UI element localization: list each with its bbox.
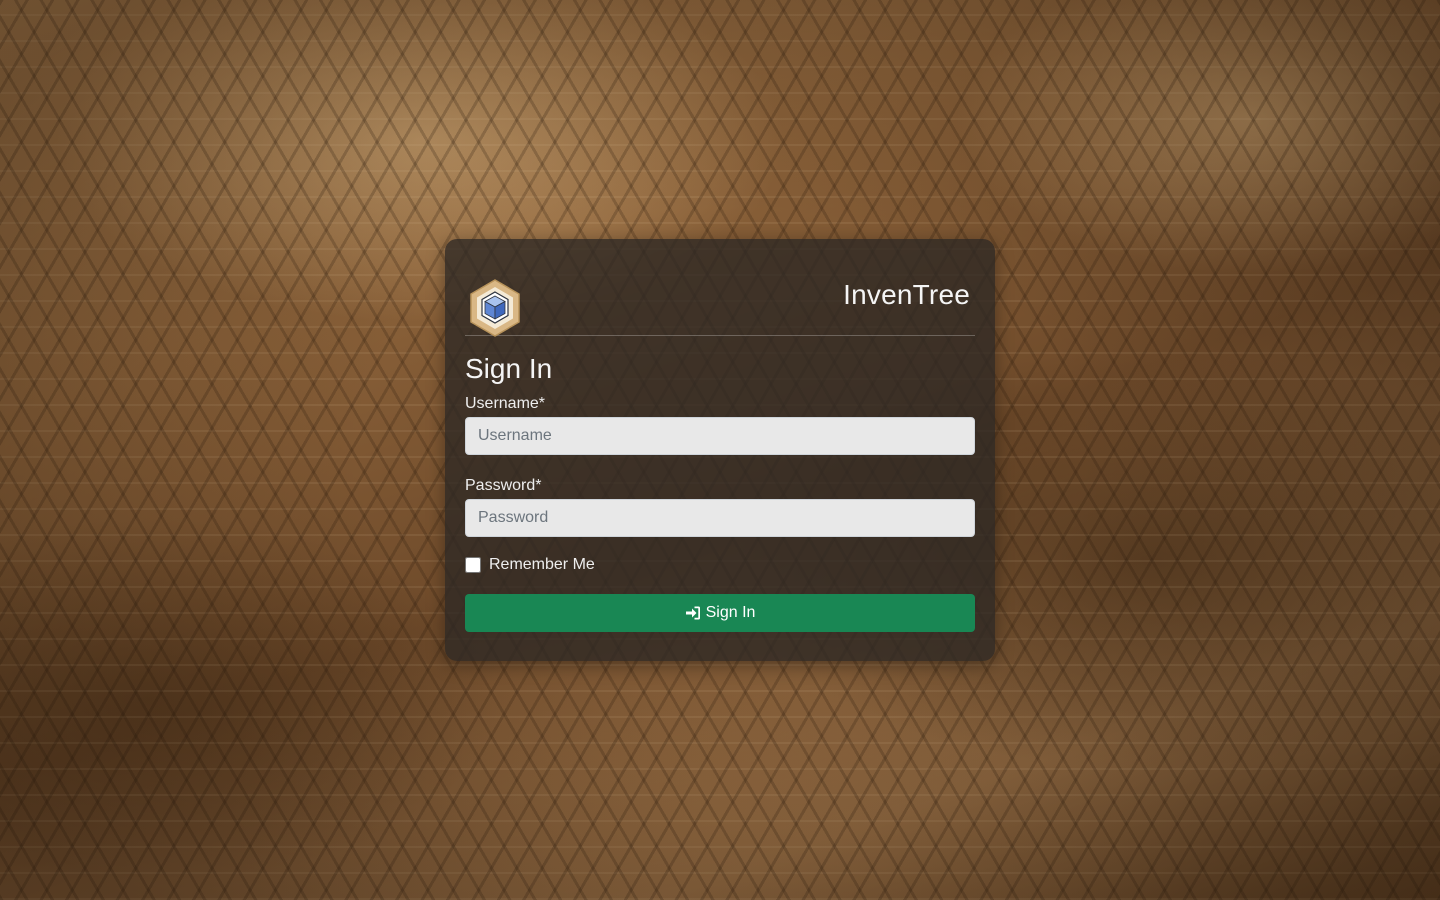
form-heading: Sign In: [465, 353, 553, 384]
sign-in-button[interactable]: Sign In: [465, 594, 975, 632]
card-header: InvenTree: [465, 259, 975, 337]
username-input[interactable]: [465, 417, 975, 455]
login-card: InvenTree Sign In Username* Password* Re…: [445, 239, 995, 661]
sign-in-button-label: Sign In: [705, 604, 756, 621]
remember-me-label[interactable]: Remember Me: [489, 556, 595, 574]
username-label: Username*: [465, 395, 546, 412]
app-title: InvenTree: [843, 279, 970, 310]
password-label: Password*: [465, 477, 542, 494]
password-group: Password*: [465, 477, 975, 537]
remember-me-row: Remember Me: [465, 555, 975, 575]
inventree-logo-icon: [470, 279, 520, 337]
password-input[interactable]: [465, 499, 975, 537]
username-group: Username*: [465, 395, 975, 455]
sign-in-icon: [685, 606, 700, 620]
remember-me-checkbox[interactable]: [465, 557, 481, 573]
